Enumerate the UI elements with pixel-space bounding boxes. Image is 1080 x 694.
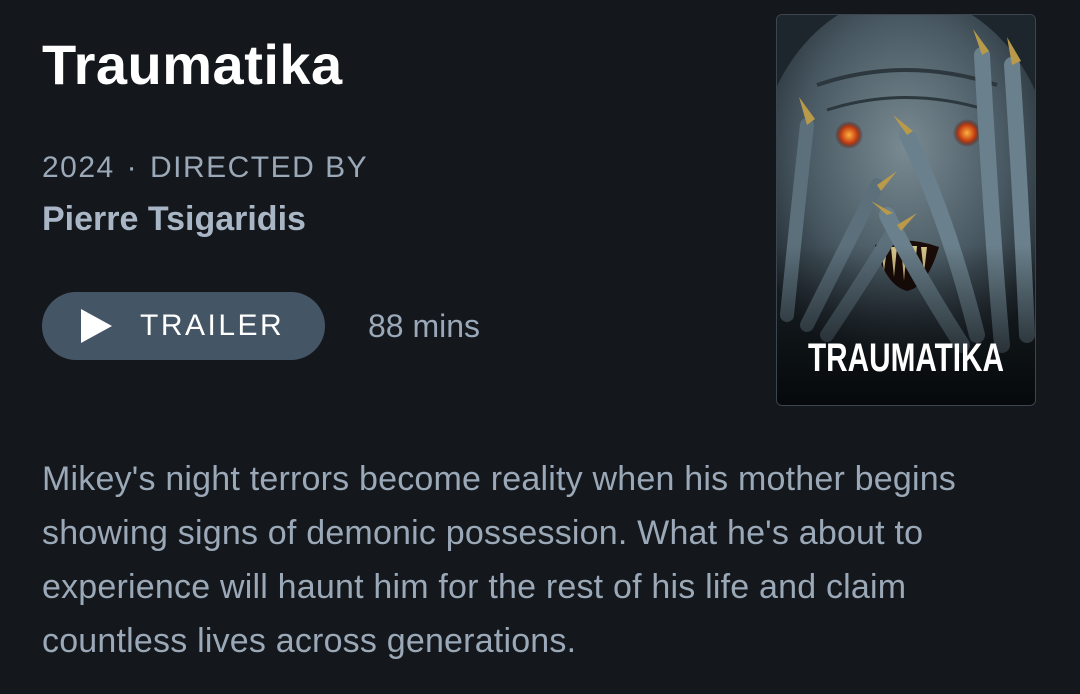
film-title: Traumatika: [42, 33, 343, 96]
film-meta: 2024 · DIRECTED BY: [42, 150, 368, 186]
directed-by-label: DIRECTED BY: [149, 151, 369, 184]
play-icon: [81, 309, 112, 343]
runtime: 88 mins: [368, 308, 481, 344]
release-year[interactable]: 2024: [42, 151, 115, 184]
poster-artwork: TRAUMATIKA: [777, 15, 1035, 405]
film-synopsis: Mikey's night terrors become reality whe…: [42, 460, 957, 660]
meta-separator: ·: [126, 151, 139, 184]
poster-title-text: TRAUMATIKA: [808, 336, 1004, 380]
director-link[interactable]: Pierre Tsigaridis: [42, 198, 306, 240]
film-poster[interactable]: TRAUMATIKA: [776, 14, 1036, 406]
trailer-button[interactable]: TRAILER: [42, 292, 325, 360]
trailer-button-label: TRAILER: [140, 309, 285, 342]
